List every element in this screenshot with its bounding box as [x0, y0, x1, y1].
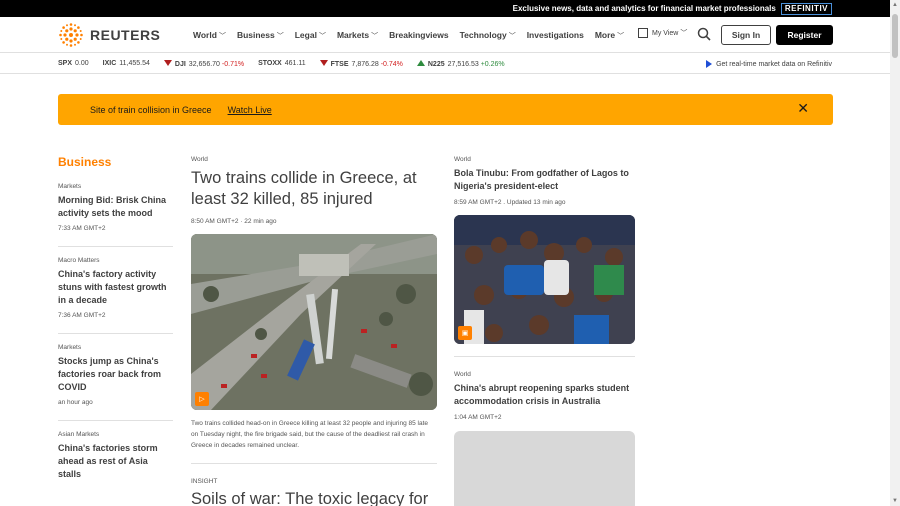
scroll-down-icon[interactable]: ▼	[892, 498, 898, 504]
breaking-banner[interactable]: Site of train collision in Greece Watch …	[58, 94, 833, 125]
nav-item-legal[interactable]: Legal ﹀	[295, 30, 326, 41]
main-nav: REUTERS World ﹀ Business ﹀ Legal ﹀ Markets ﹀…	[0, 17, 890, 53]
chevron-down-icon: ﹀	[371, 32, 379, 40]
my-view-label: My View	[652, 29, 679, 37]
story-time: 7:36 AM GMT+2	[58, 312, 106, 319]
list-item[interactable]: Asian Markets China's factories storm ah…	[58, 431, 173, 495]
promo-text[interactable]: Exclusive news, data and analytics for f…	[513, 4, 776, 13]
story-title[interactable]: China's factory activity stuns with fast…	[58, 268, 173, 307]
reuters-logo-icon	[59, 23, 83, 47]
story-kicker[interactable]: Markets	[58, 344, 173, 351]
section-heading-business[interactable]: Business	[58, 155, 173, 169]
divider	[454, 356, 635, 357]
down-arrow-icon	[163, 59, 172, 66]
insight-kicker[interactable]: INSIGHT	[191, 478, 437, 485]
placeholder-image[interactable]	[454, 431, 635, 506]
my-view-link[interactable]: My View ﹀	[638, 28, 687, 38]
search-icon[interactable]	[697, 27, 711, 41]
nav-item-investigations[interactable]: Investigations	[527, 30, 584, 40]
chevron-down-icon: ﹀	[318, 32, 326, 40]
nav-item-more[interactable]: More ﹀	[595, 30, 624, 41]
watch-live-link[interactable]: Watch Live	[228, 105, 272, 115]
lead-image[interactable]: ▷	[191, 234, 437, 410]
chevron-down-icon: ﹀	[276, 32, 284, 40]
scrollbar-thumb[interactable]	[892, 14, 898, 58]
story-time: 8:59 AM GMT+2 . Updated 13 min ago	[454, 199, 566, 206]
story-kicker[interactable]: Markets	[58, 183, 173, 190]
close-icon[interactable]: ✕	[797, 100, 809, 117]
page-scrollbar[interactable]: ▲ ▼	[890, 0, 900, 506]
story-title[interactable]: China's factories storm ahead as rest of…	[58, 442, 173, 481]
story-time: 1:04 AM GMT+2	[454, 414, 502, 421]
nav-item-technology[interactable]: Technology ﹀	[460, 30, 516, 41]
play-icon	[706, 60, 713, 68]
ticker-item-ftse[interactable]: FTSE 7,876.28 -0.74%	[319, 59, 403, 68]
business-column: Business Markets Morning Bid: Brisk Chin…	[58, 155, 173, 505]
reuters-logo[interactable]: REUTERS	[58, 22, 160, 48]
insight-headline[interactable]: Soils of war: The toxic legacy for	[191, 489, 437, 506]
story-kicker[interactable]: World	[454, 371, 635, 378]
market-ticker: SPX 0.00 IXIC 11,455.54 DJI 32,656.70 -0.71…	[0, 54, 890, 74]
chevron-down-icon: ﹀	[617, 32, 625, 40]
tinubu-image[interactable]: ▣	[454, 215, 635, 344]
lead-kicker[interactable]: World	[191, 156, 437, 163]
divider	[191, 463, 437, 464]
story-kicker[interactable]: World	[454, 156, 635, 163]
chevron-down-icon: ﹀	[680, 30, 688, 37]
register-button[interactable]: Register	[776, 25, 833, 45]
ticker-item-n225[interactable]: N225 27,516.53 +0.26%	[416, 59, 505, 68]
lead-headline[interactable]: Two trains collide in Greece, at least 3…	[191, 168, 437, 210]
banner-text: Site of train collision in Greece	[90, 104, 212, 115]
right-column: World Bola Tinubu: From godfather of Lag…	[454, 156, 635, 506]
story-time: 7:33 AM GMT+2	[58, 225, 106, 232]
story-title[interactable]: Bola Tinubu: From godfather of Lagos to …	[454, 167, 635, 193]
sign-in-button[interactable]: Sign In	[721, 25, 771, 45]
story-kicker[interactable]: Macro Matters	[58, 257, 173, 264]
story-kicker[interactable]: Asian Markets	[58, 431, 173, 438]
nav-item-world[interactable]: World ﹀	[193, 30, 226, 41]
story-title[interactable]: China's abrupt reopening sparks student …	[454, 382, 635, 408]
nav-menu: World ﹀ Business ﹀ Legal ﹀ Markets ﹀ Breakin…	[193, 17, 635, 53]
story-title[interactable]: Morning Bid: Brisk China activity sets t…	[58, 194, 173, 220]
chevron-down-icon: ﹀	[218, 32, 226, 40]
top-promo-bar[interactable]: Exclusive news, data and analytics for f…	[0, 0, 890, 17]
list-item[interactable]: Markets Stocks jump as China's factories…	[58, 344, 173, 421]
train-crash-photo	[191, 234, 437, 410]
nav-item-markets[interactable]: Markets ﹀	[337, 30, 378, 41]
chevron-down-icon: ﹀	[508, 32, 516, 40]
story-title[interactable]: Stocks jump as China's factories roar ba…	[58, 355, 173, 394]
ticker-item-dji[interactable]: DJI 32,656.70 -0.71%	[163, 59, 244, 68]
gallery-icon[interactable]: ▣	[458, 326, 472, 340]
crowd-photo	[454, 215, 635, 344]
ticker-item-stoxx[interactable]: STOXX 461.11	[258, 60, 306, 67]
list-item[interactable]: Markets Morning Bid: Brisk China activit…	[58, 183, 173, 247]
ticker-item-ixic[interactable]: IXIC 11,455.54	[103, 60, 150, 67]
list-item[interactable]: Macro Matters China's factory activity s…	[58, 257, 173, 334]
realtime-data-link[interactable]: Get real-time market data on Refinitiv	[706, 60, 832, 68]
play-icon[interactable]: ▷	[195, 392, 209, 406]
down-arrow-icon	[319, 59, 328, 66]
refinitiv-logo[interactable]: REFINITIV	[780, 2, 832, 15]
reuters-wordmark: REUTERS	[90, 27, 161, 43]
layout-icon	[638, 28, 648, 38]
lead-story: World Two trains collide in Greece, at l…	[191, 156, 437, 506]
ticker-item-spx[interactable]: SPX 0.00	[58, 60, 89, 67]
lead-caption: Two trains collided head-on in Greece ki…	[191, 420, 429, 449]
scroll-up-icon[interactable]: ▲	[892, 2, 898, 8]
lead-time: 8:50 AM GMT+2 · 22 min ago	[191, 218, 277, 225]
nav-item-breakingviews[interactable]: Breakingviews	[389, 30, 449, 40]
nav-item-business[interactable]: Business ﹀	[237, 30, 284, 41]
up-arrow-icon	[416, 59, 425, 66]
page: Exclusive news, data and analytics for f…	[0, 0, 890, 506]
story-time: an hour ago	[58, 399, 93, 406]
